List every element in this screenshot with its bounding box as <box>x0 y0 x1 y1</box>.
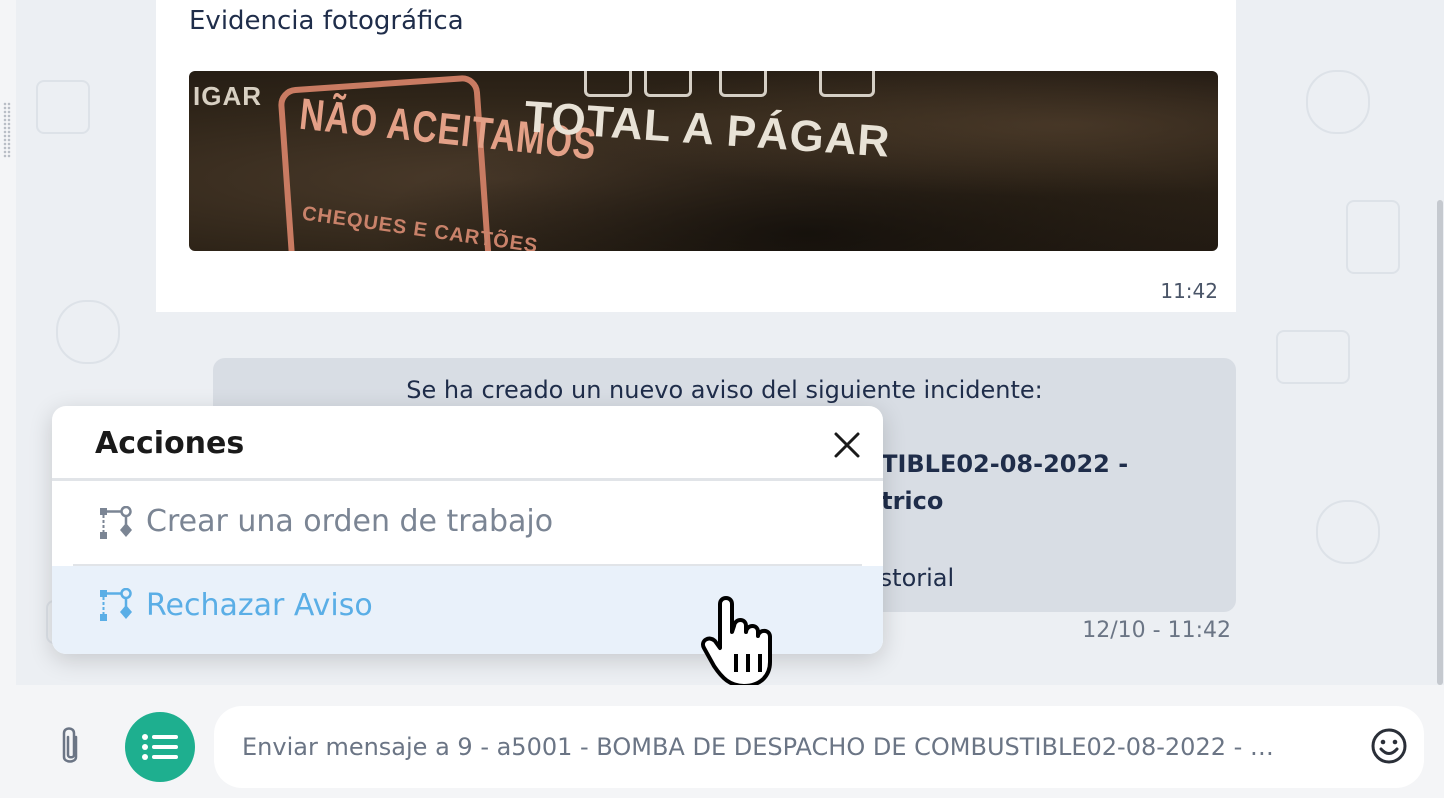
workflow-icon <box>99 505 133 542</box>
system-message-text: Se ha creado un nuevo aviso del siguient… <box>406 376 1043 404</box>
background-doodle <box>1306 70 1370 134</box>
card-title: Evidencia fotográfica <box>189 6 464 36</box>
popup-title: Acciones <box>95 426 245 461</box>
action-label: Rechazar Aviso <box>146 588 373 623</box>
popup-divider <box>52 478 883 481</box>
history-link[interactable]: istorial <box>873 564 954 592</box>
hand-pointer-cursor-icon <box>700 592 796 690</box>
workflow-icon <box>99 587 133 624</box>
left-resize-strip <box>0 0 17 798</box>
background-doodle <box>1346 200 1400 274</box>
photo-pump-button <box>719 71 767 97</box>
message-input[interactable]: Enviar mensaje a 9 - a5001 - BOMBA DE DE… <box>214 706 1424 788</box>
message-time: 11:42 <box>1160 279 1218 303</box>
smiley-icon[interactable] <box>1370 727 1408 765</box>
photo-pump-button <box>819 71 875 97</box>
message-input-placeholder: Enviar mensaje a 9 - a5001 - BOMBA DE DE… <box>242 733 1274 761</box>
chat-scrollbar[interactable] <box>1436 0 1444 685</box>
composer-bar: Enviar mensaje a 9 - a5001 - BOMBA DE DE… <box>16 685 1444 798</box>
photo-message-card: Evidencia fotográfica IGAR NÃO ACEITAMOS… <box>156 0 1236 312</box>
drag-handle-icon[interactable] <box>3 102 11 158</box>
background-doodle <box>36 80 90 134</box>
background-doodle <box>1276 330 1350 384</box>
scroll-thumb[interactable] <box>1437 200 1443 685</box>
action-label: Crear una orden de trabajo <box>146 504 554 539</box>
list-icon <box>142 734 178 760</box>
background-doodle <box>1316 500 1380 564</box>
evidence-photo[interactable]: IGAR NÃO ACEITAMOS CHEQUES E CARTÕES TOT… <box>189 71 1218 251</box>
photo-pump-button <box>584 71 632 97</box>
system-message-time: 12/10 - 11:42 <box>1082 618 1231 643</box>
action-create-work-order[interactable]: Crear una orden de trabajo <box>52 484 883 564</box>
close-icon[interactable] <box>828 426 866 464</box>
background-doodle <box>56 300 120 364</box>
photo-edge-text: IGAR <box>193 81 262 111</box>
photo-pump-button <box>644 71 692 97</box>
actions-menu-button[interactable] <box>125 712 195 782</box>
paperclip-icon[interactable] <box>56 725 84 769</box>
